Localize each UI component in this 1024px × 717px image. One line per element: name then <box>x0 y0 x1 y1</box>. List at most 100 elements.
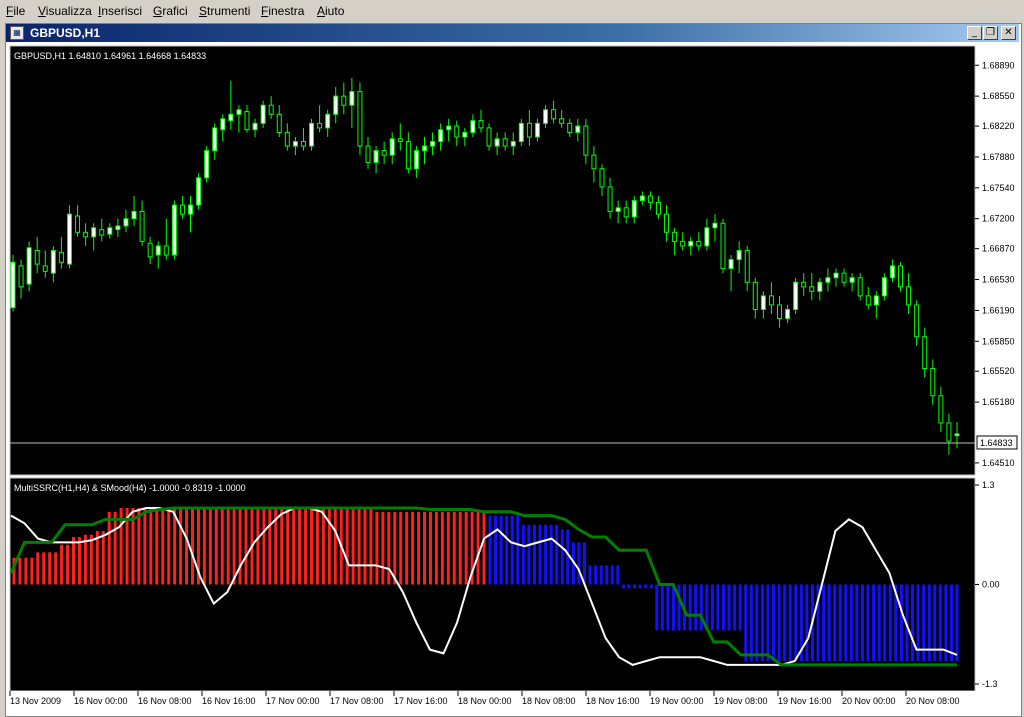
candle-body <box>543 109 549 124</box>
histogram-bar-blue <box>488 515 492 585</box>
candle-body <box>470 120 476 133</box>
histogram-bar-blue <box>688 584 692 631</box>
histogram-bar-blue <box>527 524 531 585</box>
candle-body <box>768 295 774 306</box>
time-tick-label: 16 Nov 08:00 <box>138 696 192 706</box>
histogram-bar-blue <box>644 584 648 589</box>
candle-body <box>381 150 387 156</box>
histogram-bar-blue <box>499 515 503 585</box>
histogram-bar-blue <box>549 524 553 585</box>
histogram-bar-red <box>190 507 194 585</box>
candle-body <box>938 395 944 424</box>
candle-body <box>260 104 266 124</box>
histogram-bar-blue <box>838 584 842 662</box>
histogram-bar-blue <box>616 565 620 585</box>
candle-body <box>841 272 847 283</box>
candle-body <box>268 104 274 115</box>
candle-body <box>712 222 718 229</box>
histogram-bar-red <box>292 507 296 585</box>
candle-body <box>833 272 839 279</box>
price-tick-label: 1.66870 <box>982 244 1015 254</box>
histogram-bar-blue <box>694 584 698 631</box>
histogram-bar-red <box>458 511 462 585</box>
histogram-bar-red <box>262 507 266 585</box>
candle-body <box>284 131 290 147</box>
candle-body <box>583 125 589 156</box>
candle-body <box>809 286 815 292</box>
price-tick-label: 1.67200 <box>982 214 1015 224</box>
histogram-bar-red <box>452 511 456 585</box>
candle-body <box>123 218 129 227</box>
histogram-bar-red <box>423 511 427 585</box>
candle-body <box>922 336 928 370</box>
histogram-bar-red <box>417 511 421 585</box>
candle-body <box>655 201 661 215</box>
time-tick-label: 17 Nov 00:00 <box>266 696 320 706</box>
candle-body <box>599 168 605 188</box>
candle-body <box>946 422 952 442</box>
price-panel-header: GBPUSD,H1 1.64810 1.64961 1.64668 1.6483… <box>14 51 206 61</box>
histogram-bar-red <box>89 534 93 585</box>
candle-body <box>196 177 202 206</box>
histogram-bar-blue <box>794 584 798 662</box>
histogram-bar-red <box>149 507 153 585</box>
histogram-bar-red <box>107 511 111 585</box>
histogram-bar-blue <box>805 584 809 662</box>
candle-body <box>801 281 807 288</box>
histogram-bar-blue <box>755 584 759 662</box>
candle-body <box>397 138 403 143</box>
candle-body <box>728 259 734 270</box>
histogram-bar-blue <box>532 524 536 585</box>
histogram-bar-red <box>256 507 260 585</box>
histogram-bar-red <box>220 507 224 585</box>
histogram-bar-red <box>434 511 438 585</box>
histogram-bar-red <box>54 552 58 585</box>
candle-body <box>502 138 508 147</box>
candle-body <box>58 251 64 263</box>
histogram-bar-blue <box>783 584 787 662</box>
histogram-bar-red <box>185 507 189 585</box>
histogram-bar-blue <box>671 584 675 631</box>
histogram-bar-blue <box>583 542 587 585</box>
price-tick-label: 1.67880 <box>982 152 1015 162</box>
candle-body <box>664 213 670 233</box>
histogram-bar-red <box>304 507 308 585</box>
candle-body <box>567 122 573 133</box>
histogram-bar-red <box>309 507 313 585</box>
price-tick-label: 1.65180 <box>982 397 1015 407</box>
time-tick-label: 19 Nov 08:00 <box>714 696 768 706</box>
histogram-bar-blue <box>827 584 831 662</box>
candle-body <box>672 231 678 242</box>
time-tick-label: 20 Nov 08:00 <box>906 696 960 706</box>
price-tick-label: 1.68890 <box>982 60 1015 70</box>
candle-body <box>228 113 234 122</box>
current-price-label: 1.64833 <box>980 438 1013 448</box>
candle-body <box>704 227 710 247</box>
histogram-bar-blue <box>822 584 826 662</box>
chart-canvas[interactable]: 1.68890 1.68550 1.68220 1.67880 1.67540 1.672… <box>0 0 1024 717</box>
candle-body <box>107 227 113 235</box>
candle-body <box>212 127 218 152</box>
histogram-bar-red <box>143 507 147 585</box>
histogram-bar-blue <box>577 542 581 585</box>
candle-body <box>857 277 863 297</box>
histogram-bar-blue <box>949 584 953 662</box>
histogram-bar-red <box>36 552 40 585</box>
histogram-bar-blue <box>505 515 509 585</box>
histogram-bar-red <box>315 507 319 585</box>
candle-body <box>438 129 444 143</box>
candle-body <box>615 207 621 212</box>
histogram-bar-blue <box>655 584 659 631</box>
candle-body <box>389 138 395 156</box>
candle-body <box>688 240 694 247</box>
histogram-bar-red <box>393 511 397 585</box>
candle-body <box>510 141 516 147</box>
histogram-bar-red <box>369 507 373 585</box>
histogram-bar-blue <box>760 584 764 662</box>
price-panel[interactable] <box>9 45 976 476</box>
histogram-bar-red <box>333 507 337 585</box>
candle-body <box>930 368 936 397</box>
price-tick-label: 1.68550 <box>982 91 1015 101</box>
histogram-bar-red <box>30 557 34 585</box>
candle-body <box>171 204 177 256</box>
